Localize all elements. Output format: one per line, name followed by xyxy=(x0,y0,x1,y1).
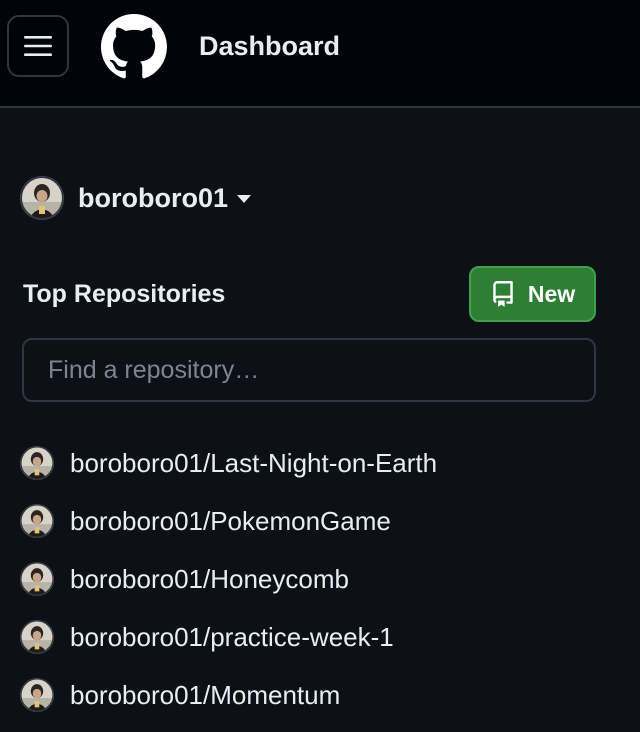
avatar xyxy=(20,562,54,596)
repository-link[interactable]: boroboro01/Momentum xyxy=(70,680,340,711)
page-title[interactable]: Dashboard xyxy=(199,30,340,62)
avatar xyxy=(20,176,64,220)
menu-button[interactable] xyxy=(7,15,69,77)
find-repository-input[interactable] xyxy=(22,338,596,402)
new-repository-button[interactable]: New xyxy=(469,266,596,322)
hamburger-menu-icon xyxy=(24,36,52,56)
avatar xyxy=(20,446,54,480)
list-item[interactable]: boroboro01/Momentum xyxy=(20,666,437,724)
list-item[interactable]: boroboro01/Honeycomb xyxy=(20,550,437,608)
new-button-label: New xyxy=(527,280,576,307)
repository-list: boroboro01/Last-Night-on-Earth boroboro0… xyxy=(20,434,437,724)
github-logo-icon[interactable] xyxy=(101,14,167,80)
avatar xyxy=(20,620,54,654)
repository-link[interactable]: boroboro01/Honeycomb xyxy=(70,564,349,595)
account-switcher[interactable]: boroboro01 xyxy=(20,176,252,220)
repo-icon xyxy=(493,281,513,307)
list-item[interactable]: boroboro01/practice-week-1 xyxy=(20,608,437,666)
avatar xyxy=(20,504,54,538)
top-repositories-heading: Top Repositories xyxy=(23,280,226,308)
list-item[interactable]: boroboro01/Last-Night-on-Earth xyxy=(20,434,437,492)
repository-link[interactable]: boroboro01/PokemonGame xyxy=(70,506,391,537)
top-header: Dashboard xyxy=(0,0,640,108)
account-username: boroboro01 xyxy=(78,182,229,213)
avatar xyxy=(20,678,54,712)
list-item[interactable]: boroboro01/PokemonGame xyxy=(20,492,437,550)
repository-link[interactable]: boroboro01/practice-week-1 xyxy=(70,622,394,653)
repository-link[interactable]: boroboro01/Last-Night-on-Earth xyxy=(70,448,437,479)
caret-down-icon xyxy=(237,195,252,203)
